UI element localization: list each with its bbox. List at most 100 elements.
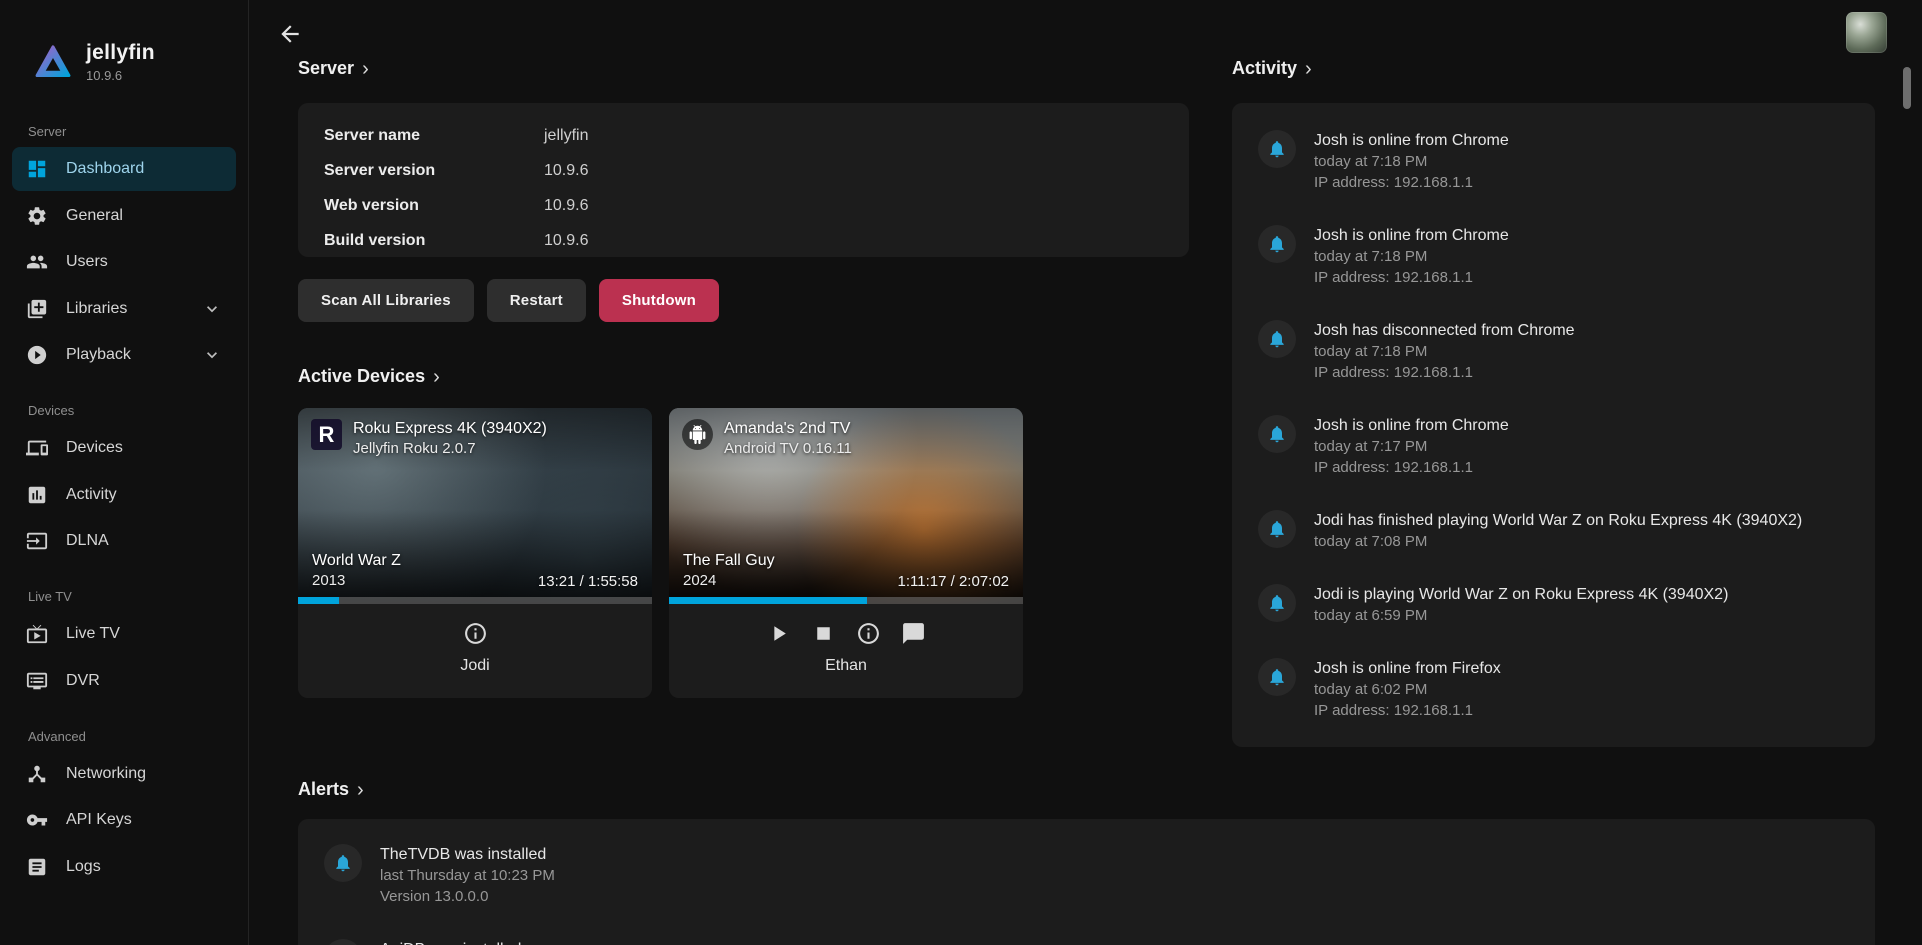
active-devices-heading: Active Devices [298, 366, 425, 387]
logs-icon [26, 856, 48, 878]
play-icon[interactable] [766, 621, 791, 646]
alerts-section-link[interactable]: Alerts › [298, 779, 364, 800]
activity-section-link[interactable]: Activity › [1232, 58, 1312, 79]
activity-heading: Activity [1232, 58, 1297, 79]
activity-time: today at 7:18 PM [1314, 151, 1509, 172]
device-footer: Jodi [298, 604, 652, 698]
sidebar-item-playback[interactable]: Playback [12, 333, 236, 377]
build-version-value: 10.9.6 [544, 230, 1163, 252]
alert-item: AniDB was installed [324, 939, 1849, 945]
sidebar-item-libraries[interactable]: Libraries [12, 287, 236, 331]
session-actions [298, 604, 652, 646]
dvr-icon [26, 670, 48, 692]
sidebar-section-label-advanced: Advanced [28, 729, 248, 744]
device-client: Jellyfin Roku 2.0.7 [353, 439, 547, 459]
server-version-label: Server version [324, 160, 544, 182]
restart-button[interactable]: Restart [487, 279, 586, 322]
sidebar-item-networking[interactable]: Networking [12, 752, 236, 796]
activity-item: Josh is online from Chrome today at 7:18… [1258, 130, 1849, 193]
activity-title: Josh has disconnected from Chrome [1314, 320, 1575, 341]
bell-icon [1258, 320, 1296, 358]
sidebar-item-live-tv[interactable]: Live TV [12, 612, 236, 656]
server-info-card: Server name jellyfin Server version 10.9… [298, 103, 1189, 257]
activity-text: Jodi has finished playing World War Z on… [1314, 510, 1802, 552]
sidebar-item-api-keys[interactable]: API Keys [12, 798, 236, 842]
sidebar-item-general[interactable]: General [12, 194, 236, 238]
user-avatar[interactable] [1846, 12, 1887, 53]
sidebar-item-label: General [66, 207, 123, 225]
scan-all-libraries-button[interactable]: Scan All Libraries [298, 279, 474, 322]
networking-icon [26, 763, 48, 785]
sidebar-item-dlna[interactable]: DLNA [12, 519, 236, 563]
playback-time: 13:21 / 1:55:58 [538, 573, 638, 590]
server-section-link[interactable]: Server › [298, 58, 369, 79]
server-version-value: 10.9.6 [544, 160, 1163, 182]
sidebar-item-logs[interactable]: Logs [12, 845, 236, 889]
alerts-heading: Alerts [298, 779, 349, 800]
media-year: 2013 [312, 571, 401, 590]
activity-text: Jodi is playing World War Z on Roku Expr… [1314, 584, 1728, 626]
message-icon[interactable] [901, 621, 926, 646]
info-icon[interactable] [463, 621, 488, 646]
stop-icon[interactable] [811, 621, 836, 646]
sidebar-section-label-livetv: Live TV [28, 589, 248, 604]
activity-item: Josh has disconnected from Chrome today … [1258, 320, 1849, 383]
sidebar-item-label: DVR [66, 672, 100, 690]
activity-title: Josh is online from Chrome [1314, 130, 1509, 151]
sidebar-section-label-server: Server [28, 124, 248, 139]
sidebar-item-activity[interactable]: Activity [12, 473, 236, 517]
device-card-roku[interactable]: R Roku Express 4K (3940X2) Jellyfin Roku… [298, 408, 652, 698]
alert-title: TheTVDB was installed [380, 844, 555, 865]
sidebar-item-dashboard[interactable]: Dashboard [12, 147, 236, 191]
back-button[interactable] [276, 21, 304, 49]
session-actions [669, 604, 1023, 646]
activity-ip: IP address: 192.168.1.1 [1314, 172, 1509, 193]
playback-progress-fill [298, 597, 339, 604]
sidebar-item-dvr[interactable]: DVR [12, 659, 236, 703]
web-version-value: 10.9.6 [544, 195, 1163, 217]
activity-time: today at 7:18 PM [1314, 246, 1509, 267]
bell-icon [1258, 510, 1296, 548]
users-icon [26, 251, 48, 273]
server-name-value: jellyfin [544, 125, 1163, 147]
bell-icon [1258, 225, 1296, 263]
activity-title: Jodi has finished playing World War Z on… [1314, 510, 1802, 531]
sidebar: jellyfin 10.9.6 Server Dashboard General… [0, 0, 249, 945]
page-scrollbar-thumb[interactable] [1903, 67, 1911, 109]
sidebar-item-devices[interactable]: Devices [12, 426, 236, 470]
server-heading: Server [298, 58, 354, 79]
web-version-label: Web version [324, 195, 544, 217]
device-card-android-tv[interactable]: Amanda's 2nd TV Android TV 0.16.11 The F… [669, 408, 1023, 698]
activity-time: today at 6:02 PM [1314, 679, 1501, 700]
media-info: World War Z 2013 [312, 551, 401, 590]
sidebar-item-users[interactable]: Users [12, 240, 236, 284]
sidebar-item-label: DLNA [66, 532, 109, 550]
chevron-down-icon[interactable] [202, 345, 222, 365]
server-actions: Scan All Libraries Restart Shutdown [298, 279, 719, 322]
device-header: Amanda's 2nd TV Android TV 0.16.11 [669, 408, 1023, 470]
shutdown-button[interactable]: Shutdown [599, 279, 719, 322]
bell-icon [1258, 130, 1296, 168]
bell-icon [324, 844, 362, 882]
active-devices-section-link[interactable]: Active Devices › [298, 366, 440, 387]
info-icon[interactable] [856, 621, 881, 646]
session-user: Jodi [298, 657, 652, 675]
activity-item: Jodi has finished playing World War Z on… [1258, 510, 1849, 552]
media-title: The Fall Guy [683, 551, 775, 571]
activity-text: Josh is online from Chrome today at 7:18… [1314, 130, 1509, 193]
chevron-down-icon[interactable] [202, 299, 222, 319]
dashboard-icon [26, 158, 48, 180]
sidebar-item-label: Live TV [66, 625, 120, 643]
playback-progress-bar [298, 597, 652, 604]
chevron-right-icon: › [1305, 60, 1312, 78]
playback-progress-bar [669, 597, 1023, 604]
gear-icon [26, 205, 48, 227]
chevron-right-icon: › [357, 781, 364, 799]
session-user: Ethan [669, 657, 1023, 675]
activity-time: today at 7:18 PM [1314, 341, 1575, 362]
activity-ip: IP address: 192.168.1.1 [1314, 267, 1509, 288]
sidebar-item-label: API Keys [66, 811, 132, 829]
media-year: 2024 [683, 571, 775, 590]
activity-title: Josh is online from Chrome [1314, 415, 1509, 436]
brand: jellyfin 10.9.6 [0, 0, 248, 98]
